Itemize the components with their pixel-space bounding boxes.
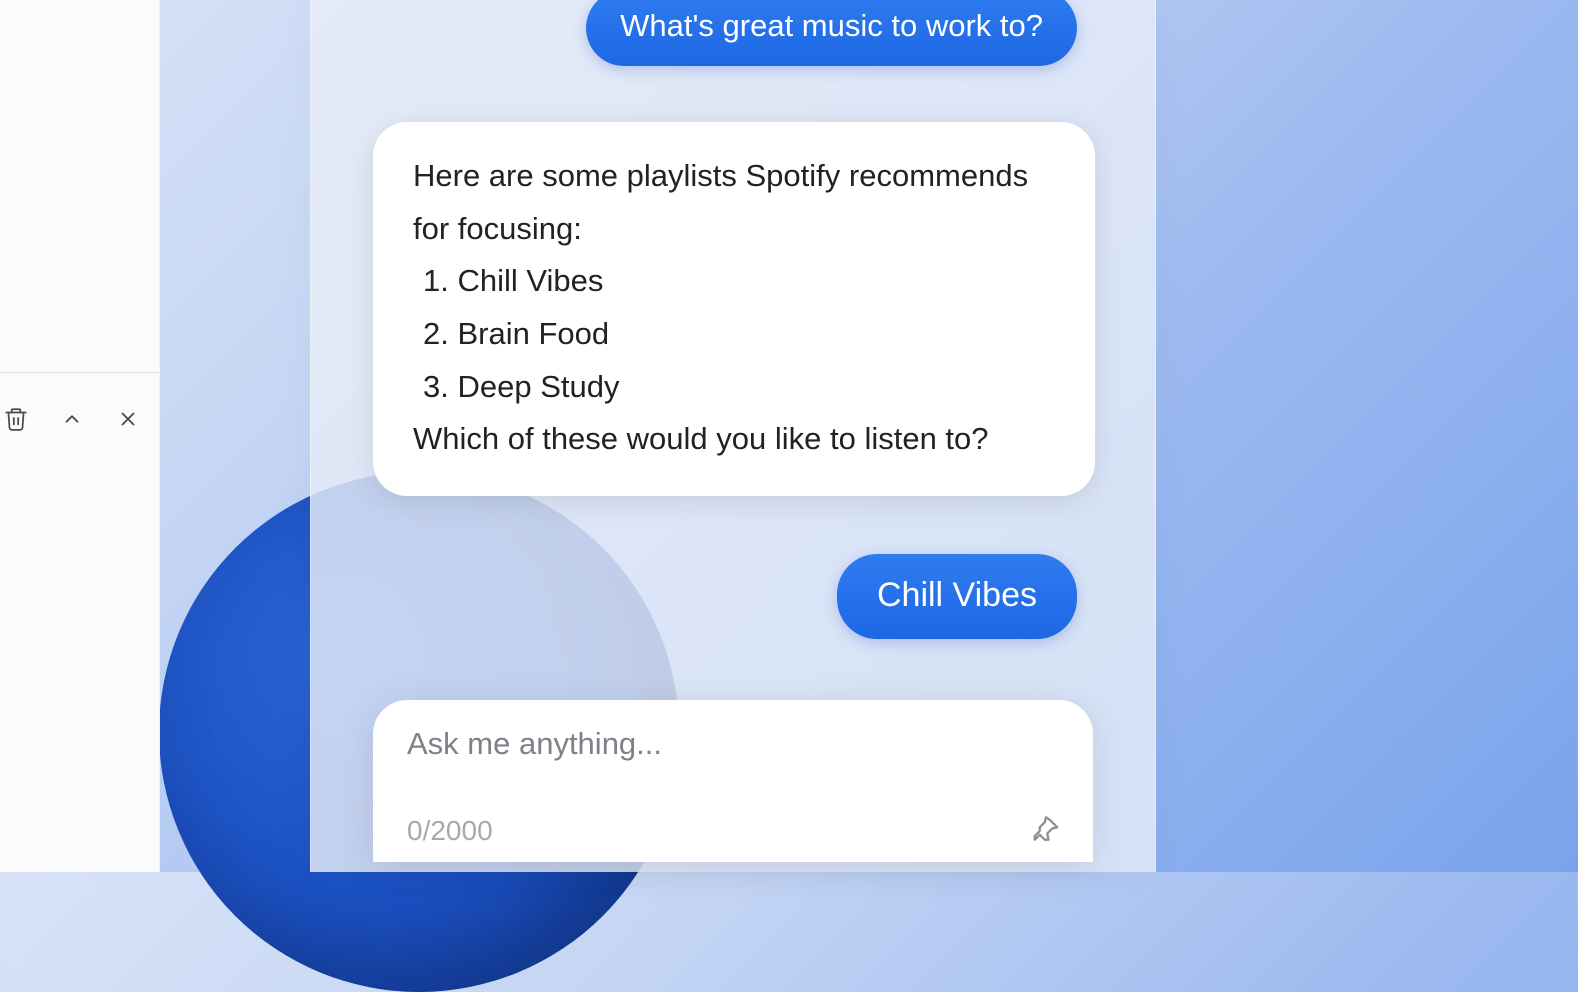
user-message-text: What's great music to work to? <box>620 8 1043 43</box>
side-panel-divider <box>0 372 159 373</box>
bot-message-intro: Here are some playlists Spotify recommen… <box>413 150 1055 255</box>
user-message-bubble: What's great music to work to? <box>586 0 1077 66</box>
bot-list-item: 2. Brain Food <box>413 308 1055 361</box>
user-message-row: What's great music to work to? <box>373 0 1077 66</box>
trash-icon[interactable] <box>2 405 30 433</box>
side-panel <box>0 0 160 872</box>
user-message-row: Chill Vibes <box>373 554 1077 639</box>
pin-icon[interactable] <box>1029 814 1063 848</box>
composer[interactable]: Ask me anything... 0/2000 <box>373 700 1093 862</box>
composer-input[interactable]: Ask me anything... <box>407 726 1059 762</box>
user-message-bubble: Chill Vibes <box>837 554 1077 639</box>
bot-list-item: 1. Chill Vibes <box>413 255 1055 308</box>
bot-message-outro: Which of these would you like to listen … <box>413 413 1055 466</box>
bot-message-row: Here are some playlists Spotify recommen… <box>373 122 1095 496</box>
side-toolbar <box>0 405 159 433</box>
bot-list-item: 3. Deep Study <box>413 361 1055 414</box>
user-message-text: Chill Vibes <box>877 576 1037 614</box>
bot-message-bubble: Here are some playlists Spotify recommen… <box>373 122 1095 496</box>
chat-panel: What's great music to work to? Here are … <box>310 0 1156 872</box>
composer-footer: 0/2000 <box>407 814 1063 848</box>
character-count: 0/2000 <box>407 815 493 847</box>
close-icon[interactable] <box>114 405 142 433</box>
chevron-up-icon[interactable] <box>58 405 86 433</box>
